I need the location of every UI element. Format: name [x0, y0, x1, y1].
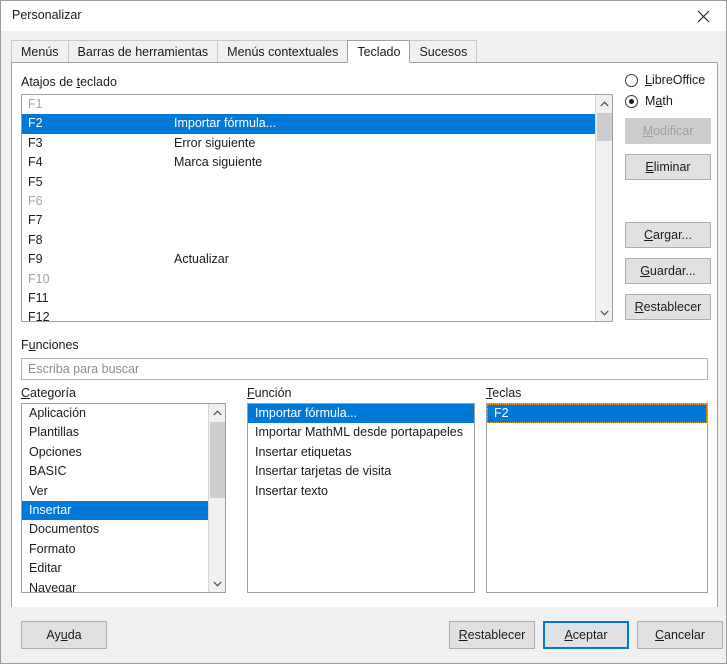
shortcut-rows: F1 F2 Importar fórmula... F3 Error siguiente…	[22, 95, 595, 321]
keys-rows: F2	[487, 404, 707, 424]
radio-mark-math	[625, 94, 638, 108]
function-item[interactable]: Insertar texto	[248, 482, 474, 501]
shortcut-key: F3	[28, 135, 43, 150]
window-title: Personalizar	[12, 8, 82, 22]
accept-button[interactable]: Aceptar	[543, 621, 629, 649]
keys-item[interactable]: F2	[487, 404, 707, 424]
shortcut-row[interactable]: F10	[22, 270, 595, 289]
category-caption: Categoría	[21, 386, 76, 400]
reset-side-button[interactable]: Restablecer	[625, 294, 711, 320]
tab-bar: Menús Barras de herramientas Menús context…	[11, 40, 718, 63]
scroll-down-icon[interactable]	[596, 304, 612, 321]
shortcut-key-list[interactable]: F1 F2 Importar fórmula... F3 Error siguiente…	[21, 94, 613, 322]
category-rows: Aplicación Plantillas Opciones BASIC Ver Inse…	[22, 404, 209, 592]
shortcut-list-scrollbar[interactable]	[595, 95, 612, 321]
shortcut-command: Importar fórmula...	[174, 116, 277, 131]
function-search-placeholder: Escriba para buscar	[28, 362, 140, 376]
shortcut-key: F6	[28, 193, 43, 208]
functions-caption: Funciones	[21, 338, 79, 352]
shortcut-key: F8	[28, 232, 43, 247]
category-item[interactable]: Editar	[22, 559, 209, 578]
function-item[interactable]: Insertar etiquetas	[248, 443, 474, 462]
scroll-thumb[interactable]	[597, 113, 612, 141]
category-item[interactable]: Opciones	[22, 443, 209, 462]
radio-label-libreoffice: LibreOffice	[645, 73, 706, 87]
radio-libreoffice[interactable]: LibreOffice	[625, 73, 705, 87]
tab-sucesos[interactable]: Sucesos	[409, 40, 478, 63]
scroll-up-icon[interactable]	[209, 404, 225, 421]
customize-dialog: Personalizar Menús Barras de herramientas…	[0, 0, 727, 664]
shortcut-row[interactable]: F2 Importar fórmula...	[22, 114, 595, 134]
shortcut-row[interactable]: F11	[22, 289, 595, 308]
scroll-up-icon[interactable]	[596, 95, 612, 112]
category-item[interactable]: BASIC	[22, 462, 209, 481]
shortcut-key: F1	[28, 97, 43, 111]
shortcut-key: F2	[28, 116, 43, 131]
function-item[interactable]: Importar MathML desde portapapeles	[248, 423, 474, 442]
shortcut-row[interactable]: F3 Error siguiente	[22, 134, 595, 153]
tab-label: Barras de herramientas	[77, 45, 209, 59]
delete-button[interactable]: Eliminar	[625, 154, 711, 180]
tab-barras-de-herramientas[interactable]: Barras de herramientas	[67, 40, 219, 63]
function-caption: Función	[247, 386, 292, 400]
shortcut-row[interactable]: F7	[22, 211, 595, 230]
category-list-scrollbar[interactable]	[208, 404, 225, 592]
shortcut-row[interactable]: F8	[22, 231, 595, 250]
save-button[interactable]: Guardar...	[625, 258, 711, 284]
shortcut-key: F5	[28, 174, 43, 189]
category-item[interactable]: Plantillas	[22, 423, 209, 442]
tab-teclado[interactable]: Teclado	[347, 40, 411, 63]
shortcut-row[interactable]: F9 Actualizar	[22, 250, 595, 269]
dialog-button-bar: Ayuda Restablecer Aceptar Cancelar	[2, 607, 726, 662]
help-button[interactable]: Ayuda	[21, 621, 107, 649]
radio-mark-libreoffice	[625, 73, 638, 87]
shortcut-key: F11	[28, 290, 49, 305]
keys-list[interactable]: F2	[486, 403, 708, 593]
tab-label: Menús	[21, 45, 59, 59]
tab-men-s-contextuales[interactable]: Menús contextuales	[217, 40, 349, 63]
reset-button[interactable]: Restablecer	[449, 621, 535, 649]
keys-caption: Teclas	[486, 386, 522, 400]
function-item[interactable]: Insertar tarjetas de visita	[248, 462, 474, 481]
function-item[interactable]: Importar fórmula...	[248, 404, 474, 424]
shortcut-row[interactable]: F5	[22, 173, 595, 192]
shortcuts-caption: Atajos de teclado	[21, 75, 117, 89]
shortcut-command: Error siguiente	[174, 135, 256, 150]
category-item[interactable]: Insertar	[22, 500, 209, 521]
function-list[interactable]: Importar fórmula... Importar MathML desde…	[247, 403, 475, 593]
tab-men-s[interactable]: Menús	[11, 40, 69, 63]
shortcut-row[interactable]: F6	[22, 192, 595, 211]
shortcut-key: F4	[28, 155, 43, 170]
function-rows: Importar fórmula... Importar MathML desde…	[248, 404, 474, 501]
shortcut-key: F10	[28, 271, 50, 286]
shortcut-command: Actualizar	[174, 252, 229, 267]
shortcut-key: F12	[28, 310, 50, 322]
category-item[interactable]: Ver	[22, 482, 209, 501]
category-item[interactable]: Navegar	[22, 579, 209, 592]
category-item[interactable]: Documentos	[22, 520, 209, 539]
shortcut-row[interactable]: F1	[22, 95, 595, 114]
scroll-down-icon[interactable]	[209, 575, 225, 592]
shortcut-key: F9	[28, 252, 43, 267]
shortcut-row[interactable]: F4 Marca siguiente	[22, 153, 595, 172]
tab-label: Menús contextuales	[227, 45, 339, 59]
shortcut-command: Marca siguiente	[174, 155, 263, 170]
shortcut-key: F7	[28, 213, 43, 228]
category-item[interactable]: Formato	[22, 540, 209, 559]
shortcut-row[interactable]: F12	[22, 308, 595, 322]
function-search-input[interactable]: Escriba para buscar	[21, 358, 708, 380]
cancel-button[interactable]: Cancelar	[637, 621, 723, 649]
category-item[interactable]: Aplicación	[22, 404, 209, 423]
tab-label: Sucesos	[419, 45, 468, 59]
tab-label: Teclado	[357, 45, 401, 59]
title-bar: Personalizar	[1, 1, 726, 32]
category-list[interactable]: Aplicación Plantillas Opciones BASIC Ver Inse…	[21, 403, 226, 593]
radio-label-math: Math	[645, 94, 673, 108]
radio-math[interactable]: Math	[625, 94, 673, 108]
load-button[interactable]: Cargar...	[625, 222, 711, 248]
close-icon[interactable]	[681, 1, 726, 31]
modify-button[interactable]: Modificar	[625, 118, 711, 144]
scroll-thumb[interactable]	[210, 422, 225, 498]
